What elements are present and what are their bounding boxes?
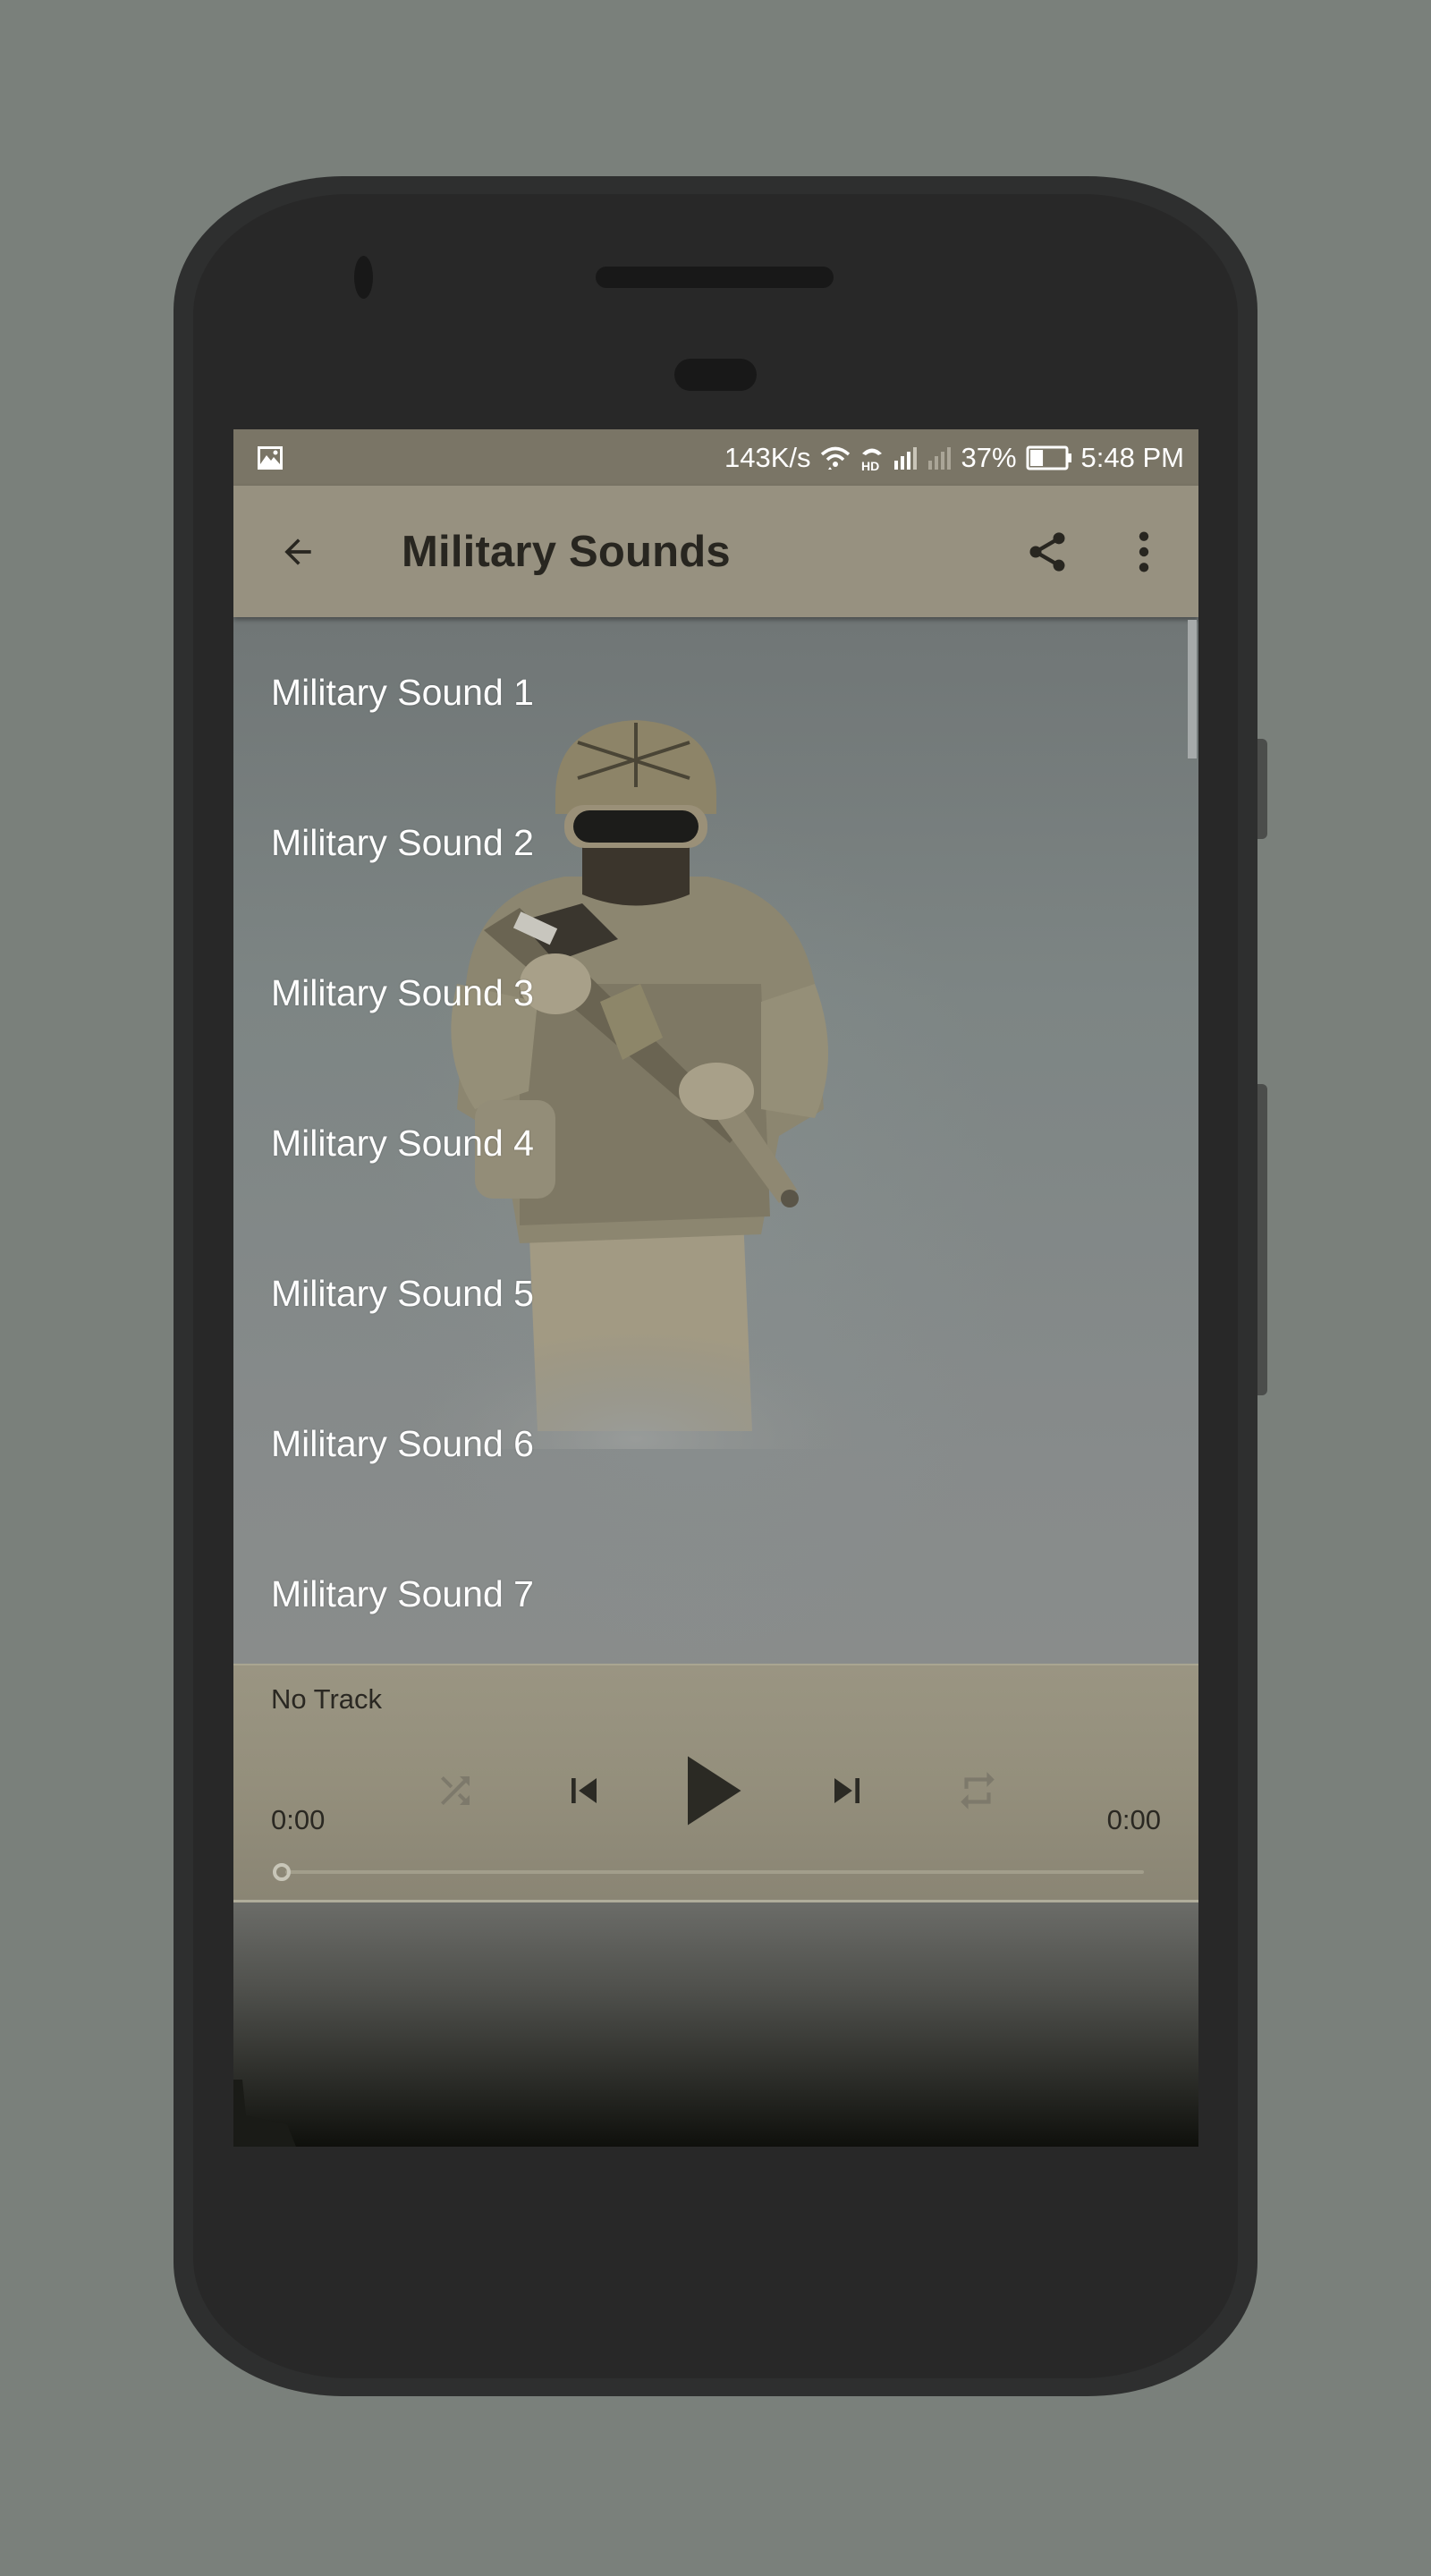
skip-previous-icon [572, 1778, 597, 1803]
skip-next-icon [834, 1778, 859, 1803]
battery-percent: 37% [961, 441, 1017, 473]
signal-no-service-icon [927, 446, 951, 470]
play-icon [688, 1756, 741, 1826]
sound-item-label: Military Sound 6 [271, 1422, 534, 1464]
media-player: No Track 0:00 0:00 [233, 1664, 1198, 1902]
svg-text:HD: HD [861, 459, 879, 472]
share-button[interactable] [1020, 525, 1074, 579]
shuffle-icon [441, 1776, 470, 1805]
previous-button[interactable] [548, 1750, 620, 1831]
sound-item-label: Military Sound 4 [271, 1122, 534, 1164]
earpiece-speaker [596, 267, 834, 288]
time-elapsed: 0:00 [271, 1804, 326, 1835]
more-options-button[interactable] [1117, 525, 1171, 579]
status-indicators: 143K/s HD 37% 5:48 PM [724, 429, 1184, 486]
network-speed: 143K/s [724, 441, 811, 473]
next-button[interactable] [811, 1750, 883, 1831]
track-name: No Track [271, 1683, 383, 1715]
more-vert-icon [1139, 531, 1149, 572]
arrow-back-icon [284, 538, 311, 565]
sound-list: Military Sound 1 Military Sound 2 Milita… [233, 617, 1187, 1655]
repeat-icon [961, 1772, 995, 1809]
sound-list-item[interactable]: Military Sound 1 [233, 617, 1187, 767]
seek-bar[interactable] [285, 1870, 1144, 1874]
sound-item-label: Military Sound 1 [271, 671, 534, 713]
signal-bars-icon [893, 446, 917, 470]
screen: 143K/s HD 37% 5:48 PM Military Sounds Mi… [233, 429, 1198, 2147]
hd-call-icon: HD [861, 448, 882, 472]
power-button [1257, 739, 1267, 839]
sound-item-label: Military Sound 7 [271, 1572, 534, 1614]
wifi-icon [820, 446, 850, 470]
sound-item-label: Military Sound 3 [271, 971, 534, 1013]
sound-list-item[interactable]: Military Sound 7 [233, 1519, 1187, 1669]
battery-icon [1026, 445, 1071, 470]
sound-list-item[interactable]: Military Sound 5 [233, 1218, 1187, 1368]
gallery-icon [258, 446, 283, 470]
background-image-bottom [233, 1901, 1198, 2147]
share-icon [1029, 532, 1065, 572]
clock: 5:48 PM [1080, 441, 1184, 473]
list-scrollbar[interactable] [1188, 620, 1197, 758]
shuffle-button[interactable] [419, 1750, 491, 1831]
sound-list-item[interactable]: Military Sound 2 [233, 767, 1187, 918]
seek-thumb[interactable] [273, 1863, 291, 1881]
sound-item-label: Military Sound 2 [271, 821, 534, 863]
repeat-button[interactable] [942, 1750, 1013, 1831]
volume-button [1257, 1084, 1267, 1395]
front-camera [354, 256, 373, 299]
sound-list-item[interactable]: Military Sound 6 [233, 1368, 1187, 1519]
sound-item-label: Military Sound 5 [271, 1272, 534, 1314]
page-title: Military Sounds [402, 528, 731, 576]
back-button[interactable] [271, 525, 325, 579]
play-button[interactable] [677, 1750, 749, 1831]
proximity-sensor [674, 359, 757, 391]
sound-list-item[interactable]: Military Sound 3 [233, 918, 1187, 1068]
status-bar: 143K/s HD 37% 5:48 PM [233, 429, 1198, 486]
time-total: 0:00 [1106, 1804, 1161, 1835]
app-bar: Military Sounds [233, 486, 1198, 617]
sound-list-item[interactable]: Military Sound 4 [233, 1068, 1187, 1218]
